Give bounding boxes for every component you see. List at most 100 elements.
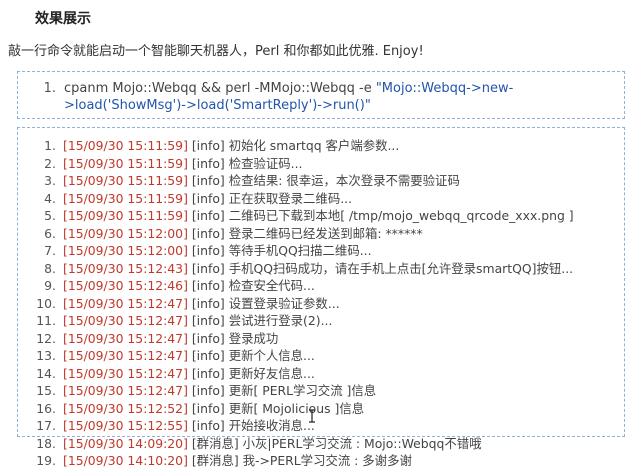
log-message: [info] 初始化 smartqq 客户端参数... [187, 138, 400, 153]
log-message: [info] 登录成功 [187, 330, 279, 346]
log-row: 17. [15/09/30 15:12:55] [info] 开始接收消息... [18, 417, 624, 435]
command-code-block: 1. cpanm Mojo::Webqq && perl -MMojo::Web… [17, 71, 625, 119]
log-row: 2. [15/09/30 15:11:59] [info] 检查验证码... [18, 155, 624, 173]
log-message: [info] 二维码已下载到本地[ /tmp/mojo_webqq_qrcode… [187, 208, 574, 223]
log-timestamp: [15/09/30 15:12:43] [info] 手机QQ扫码成功，请在手机… [63, 260, 573, 278]
log-timestamp: [15/09/30 15:12:47] [info] 更新好友信息... [63, 365, 315, 383]
log-timestamp: [15/09/30 14:10:20] [群消息] 我->PERL学习交流 : … [63, 452, 412, 470]
log-timestamp: [15/09/30 15:12:47] [info] 登录成功 [63, 330, 278, 348]
command-text: cpanm Mojo::Webqq && perl -MMojo::Webqq … [64, 80, 612, 114]
text-cursor-icon [309, 409, 315, 423]
log-row: 16. [15/09/30 15:12:52] [info] 更新[ Mojoli… [18, 400, 624, 418]
timestamp-text: [15/09/30 15:12:46] [63, 278, 188, 293]
intro-text: 敲一行命令就能启动一个智能聊天机器人，Perl 和你都如此优雅. Enjoy! [8, 44, 424, 59]
timestamp-text: [15/09/30 15:12:47] [63, 348, 188, 363]
log-row: 8. [15/09/30 15:12:43] [info] 手机QQ扫码成功，请在… [18, 260, 624, 278]
timestamp-text: [15/09/30 15:12:47] [63, 383, 188, 398]
log-timestamp: [15/09/30 15:12:47] [info] 尝试进行登录(2)... [63, 312, 332, 330]
line-number: 11. [36, 313, 56, 328]
log-row: 4. [15/09/30 15:11:59] [info] 正在获取登录二维码..… [18, 190, 624, 208]
timestamp-text: [15/09/30 15:12:43] [63, 260, 188, 276]
log-timestamp: [15/09/30 15:11:59] [info] 初始化 smartqq 客… [63, 137, 399, 155]
timestamp-text: [15/09/30 15:12:47] [63, 313, 188, 328]
log-message: [info] 检查验证码... [187, 155, 303, 171]
log-timestamp: [15/09/30 15:11:59] [info] 正在获取登录二维码... [63, 190, 352, 208]
timestamp-text: [15/09/30 15:11:59] [63, 190, 188, 206]
log-message: [info] 登录二维码已经发送到邮箱: ****** [187, 225, 423, 241]
command-prefix: cpanm Mojo::Webqq && perl -MMojo::Webqq … [64, 81, 376, 96]
section-heading: 效果展示 [35, 11, 91, 27]
timestamp-text: [15/09/30 15:11:59] [63, 173, 188, 188]
log-row: 10. [15/09/30 15:12:47] [info] 设置登录验证参数..… [18, 295, 624, 313]
log-message: [info] 更新[ PERL学习交流 ]信息 [187, 383, 377, 398]
timestamp-text: [15/09/30 14:09:20] [63, 435, 188, 451]
line-number: 8. [44, 260, 56, 276]
log-list: 1. [15/09/30 15:11:59] [info] 初始化 smartqq… [18, 137, 624, 470]
line-number: 6. [44, 225, 56, 241]
log-row: 11. [15/09/30 15:12:47] [info] 尝试进行登录(2).… [18, 312, 624, 330]
log-row: 19. [15/09/30 14:10:20] [群消息] 我->PERL学习交流… [18, 452, 624, 470]
line-number: 4. [44, 190, 56, 206]
log-code-block: 1. [15/09/30 15:11:59] [info] 初始化 smartqq… [17, 127, 625, 468]
timestamp-text: [15/09/30 15:12:47] [63, 365, 188, 381]
line-number: 7. [44, 243, 56, 258]
log-timestamp: [15/09/30 15:12:47] [info] 更新[ PERL学习交流 … [63, 382, 376, 400]
line-number: 1. [44, 138, 56, 153]
line-number: 12. [36, 330, 56, 346]
timestamp-text: [15/09/30 15:12:00] [63, 243, 188, 258]
log-timestamp: [15/09/30 15:11:59] [info] 检查验证码... [63, 155, 302, 173]
log-message: [info] 更新好友信息... [187, 365, 315, 381]
timestamp-text: [15/09/30 15:12:55] [63, 418, 188, 433]
log-timestamp: [15/09/30 15:11:59] [info] 检查结果: 很幸运，本次登… [63, 172, 460, 190]
line-number: 16. [36, 400, 56, 416]
line-number: 5. [44, 208, 56, 223]
timestamp-text: [15/09/30 15:11:59] [63, 155, 188, 171]
log-row: 9. [15/09/30 15:12:46] [info] 检查安全代码... [18, 277, 624, 295]
log-row: 13. [15/09/30 15:12:47] [info] 更新个人信息... [18, 347, 624, 365]
line-number: 10. [36, 295, 56, 311]
log-message: [info] 设置登录验证参数... [187, 295, 340, 311]
log-timestamp: [15/09/30 15:12:00] [info] 登录二维码已经发送到邮箱:… [63, 225, 423, 243]
log-timestamp: [15/09/30 15:12:47] [info] 设置登录验证参数... [63, 295, 340, 313]
log-message: [info] 更新个人信息... [187, 348, 315, 363]
line-number: 14. [36, 365, 56, 381]
log-message: [info] 更新[ Mojolicious ]信息 [187, 400, 365, 416]
log-row: 12. [15/09/30 15:12:47] [info] 登录成功 [18, 330, 624, 348]
line-number: 13. [36, 348, 56, 363]
timestamp-text: [15/09/30 15:12:47] [63, 295, 188, 311]
log-timestamp: [15/09/30 15:12:55] [info] 开始接收消息... [63, 417, 315, 435]
log-message: [info] 开始接收消息... [187, 418, 315, 433]
log-row: 5. [15/09/30 15:11:59] [info] 二维码已下载到本地[ … [18, 207, 624, 225]
line-number: 3. [44, 173, 56, 188]
log-timestamp: [15/09/30 15:11:59] [info] 二维码已下载到本地[ /t… [63, 207, 574, 225]
log-message: [info] 手机QQ扫码成功，请在手机上点击[允许登录smartQQ]按钮..… [187, 260, 574, 276]
log-message: [info] 检查结果: 很幸运，本次登录不需要验证码 [187, 173, 460, 188]
log-message: [群消息] 小灰|PERL学习交流 : Mojo::Webqq不错哦 [187, 435, 482, 451]
timestamp-text: [15/09/30 15:11:59] [63, 208, 188, 223]
log-timestamp: [15/09/30 15:12:52] [info] 更新[ Mojolicio… [63, 400, 364, 418]
line-number: 19. [36, 453, 56, 468]
log-row: 18. [15/09/30 14:09:20] [群消息] 小灰|PERL学习交流… [18, 435, 624, 453]
log-row: 14. [15/09/30 15:12:47] [info] 更新好友信息... [18, 365, 624, 383]
line-number: 1. [43, 81, 56, 96]
line-number: 17. [36, 418, 56, 433]
timestamp-text: [15/09/30 14:10:20] [63, 453, 188, 468]
line-number: 18. [36, 435, 56, 451]
log-row: 3. [15/09/30 15:11:59] [info] 检查结果: 很幸运，本… [18, 172, 624, 190]
log-timestamp: [15/09/30 15:12:46] [info] 检查安全代码... [63, 277, 315, 295]
timestamp-text: [15/09/30 15:12:00] [63, 225, 188, 241]
log-timestamp: [15/09/30 15:12:00] [info] 等待手机QQ扫描二维码..… [63, 242, 372, 260]
log-timestamp: [15/09/30 15:12:47] [info] 更新个人信息... [63, 347, 315, 365]
log-message: [群消息] 我->PERL学习交流 : 多谢多谢 [187, 453, 412, 468]
log-message: [info] 正在获取登录二维码... [187, 190, 353, 206]
timestamp-text: [15/09/30 15:12:47] [63, 330, 188, 346]
log-row: 15. [15/09/30 15:12:47] [info] 更新[ PERL学习… [18, 382, 624, 400]
line-number: 15. [36, 383, 56, 398]
log-row: 1. [15/09/30 15:11:59] [info] 初始化 smartqq… [18, 137, 624, 155]
log-timestamp: [15/09/30 14:09:20] [群消息] 小灰|PERL学习交流 : … [63, 435, 482, 453]
log-message: [info] 检查安全代码... [187, 278, 315, 293]
log-message: [info] 尝试进行登录(2)... [187, 313, 333, 328]
timestamp-text: [15/09/30 15:11:59] [63, 138, 188, 153]
line-number: 9. [44, 278, 56, 293]
line-number: 2. [44, 155, 56, 171]
